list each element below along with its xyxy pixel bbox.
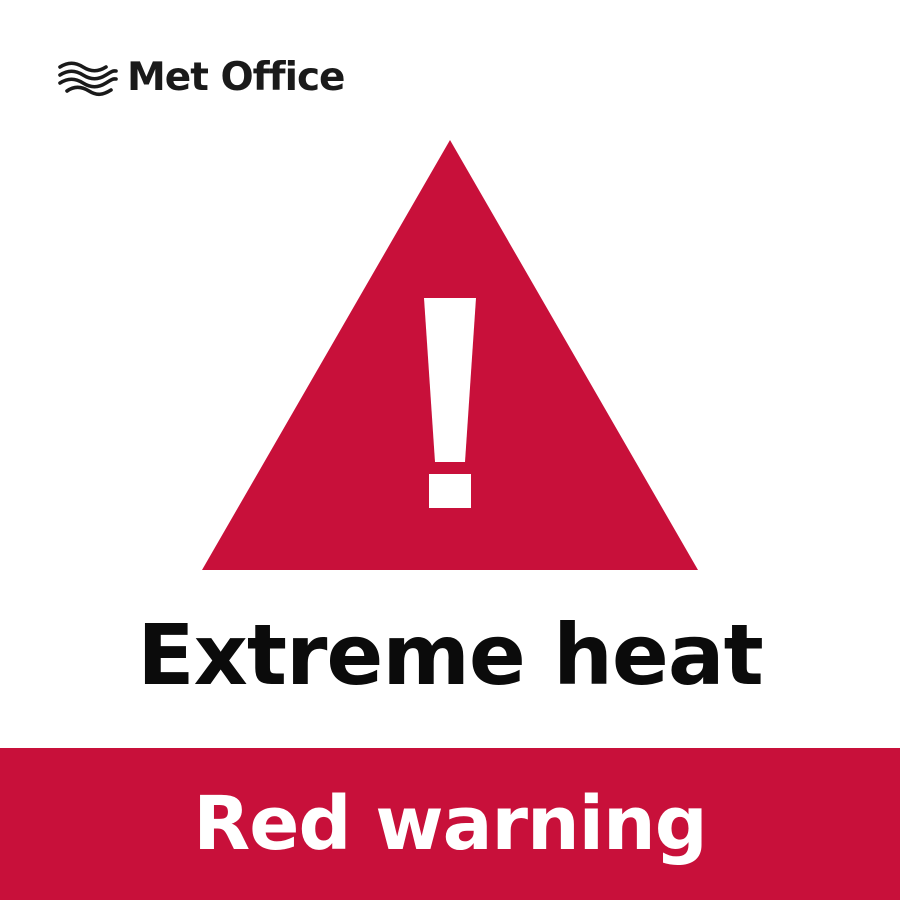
exclamation-dot (429, 474, 471, 508)
exclamation-warning-triangle-icon (202, 140, 698, 570)
brand-name: Met Office (127, 55, 346, 100)
met-office-logo: Met Office (57, 55, 346, 100)
warning-level-banner: Red warning (0, 748, 900, 900)
warning-level-label: Red warning (193, 781, 707, 867)
warning-title: Extreme heat (137, 606, 763, 704)
wave-lines-icon (58, 61, 118, 97)
